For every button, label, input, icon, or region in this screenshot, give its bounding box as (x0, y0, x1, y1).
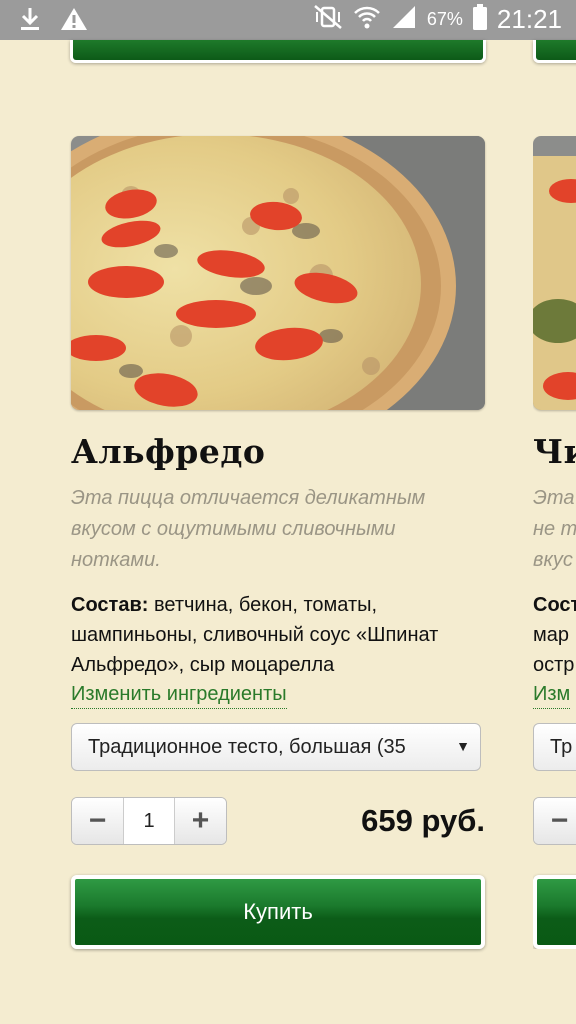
next-size-select[interactable]: Тр (533, 723, 576, 771)
product-price: 659 руб. (361, 803, 485, 838)
vibrate-mute-icon (313, 4, 343, 35)
battery-icon (472, 4, 487, 35)
next-buy-button[interactable] (533, 875, 576, 949)
product-title: Альфредо (71, 432, 266, 471)
product-card: Альфредо Эта пицца отличается деликатным… (71, 136, 485, 949)
next-quantity-stepper[interactable]: − (533, 797, 576, 845)
quantity-stepper[interactable]: − 1 + (71, 797, 227, 845)
product-composition: Состав: ветчина, бекон, томаты, шампиньо… (71, 590, 471, 680)
next-desc-line: Эта (533, 487, 575, 509)
minus-icon[interactable]: − (72, 798, 123, 844)
signal-icon (391, 4, 417, 35)
pizza-image[interactable] (71, 136, 485, 410)
next-change-ingredients-link[interactable]: Изм (533, 680, 571, 709)
next-quantity-row: − (533, 797, 576, 847)
previous-buy-button-next[interactable] (533, 40, 576, 63)
quantity-value[interactable]: 1 (123, 798, 175, 844)
next-desc-line: не т (533, 518, 576, 540)
next-product-card: Чи Эта не т вкус Сост мар остр Изм Тр − (533, 136, 576, 949)
quantity-price-row: − 1 + 659 руб. (71, 797, 485, 847)
previous-buy-button[interactable] (70, 40, 486, 63)
next-pizza-image[interactable] (533, 136, 576, 410)
plus-icon[interactable]: + (175, 798, 226, 844)
change-ingredients-link[interactable]: Изменить ингредиенты (71, 680, 287, 709)
product-description: Эта пицца отличается деликатным вкусом с… (71, 487, 426, 571)
buy-button[interactable]: Купить (71, 875, 485, 949)
next-product-description: Эта не т вкус (533, 483, 576, 576)
size-select[interactable]: Традиционное тесто, большая (35 ▼ (71, 723, 481, 771)
next-size-select-value: Тр (550, 736, 573, 758)
download-icon (18, 6, 42, 37)
next-comp-line: остр (533, 654, 575, 676)
warning-icon (60, 6, 88, 37)
status-bar: 67% 21:21 (0, 0, 576, 40)
next-product-title: Чи (533, 432, 576, 471)
dropdown-arrow-icon: ▼ (456, 738, 470, 754)
clock: 21:21 (496, 4, 562, 34)
next-product-composition: Сост мар остр (533, 590, 576, 680)
next-comp-line: мар (533, 624, 569, 646)
minus-icon[interactable]: − (534, 798, 576, 844)
wifi-icon (353, 4, 381, 35)
next-desc-line: вкус (533, 549, 573, 571)
battery-percent: 67% (426, 9, 463, 29)
size-select-value: Традиционное тесто, большая (35 (88, 736, 406, 758)
composition-label: Состав: (71, 594, 149, 616)
next-composition-label: Сост (533, 594, 576, 616)
